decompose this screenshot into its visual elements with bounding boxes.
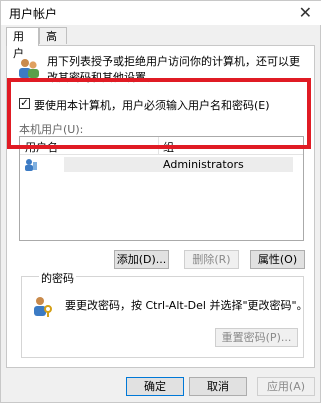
password-section-title: 的密码 (39, 270, 76, 286)
apply-button[interactable]: 应用(A) (257, 377, 315, 396)
tab-users[interactable]: 用户 (6, 27, 39, 60)
user-key-icon (34, 297, 52, 317)
ok-button[interactable]: 确定 (126, 377, 184, 396)
remove-user-button[interactable]: 删除(R) (184, 250, 239, 269)
close-icon[interactable]: ✕ (299, 3, 312, 22)
window-title: 用户帐户 (9, 7, 58, 21)
title-bar: 用户帐户 ✕ (1, 1, 321, 25)
password-instructions: 要更改密码，按 Ctrl-Alt-Del 并选择"更改密码"。 (65, 299, 308, 312)
users-list[interactable]: 用户名 组 Administrators (19, 136, 304, 241)
highlight-box (7, 78, 311, 149)
reset-password-button[interactable]: 重置密码(P)... (215, 328, 298, 347)
cancel-button[interactable]: 取消 (189, 377, 247, 396)
properties-button[interactable]: 属性(O) (250, 250, 305, 269)
tab-advanced[interactable]: 高级 (39, 27, 67, 60)
row-group-cell: Administrators (163, 158, 244, 171)
user-accounts-window: 用户帐户 ✕ 用户 高级 用下列表授予或拒绝用户访问你的计算机，还可以更改其密码… (0, 0, 321, 403)
user-icon (25, 159, 37, 171)
add-user-button[interactable]: 添加(D)... (114, 250, 169, 269)
